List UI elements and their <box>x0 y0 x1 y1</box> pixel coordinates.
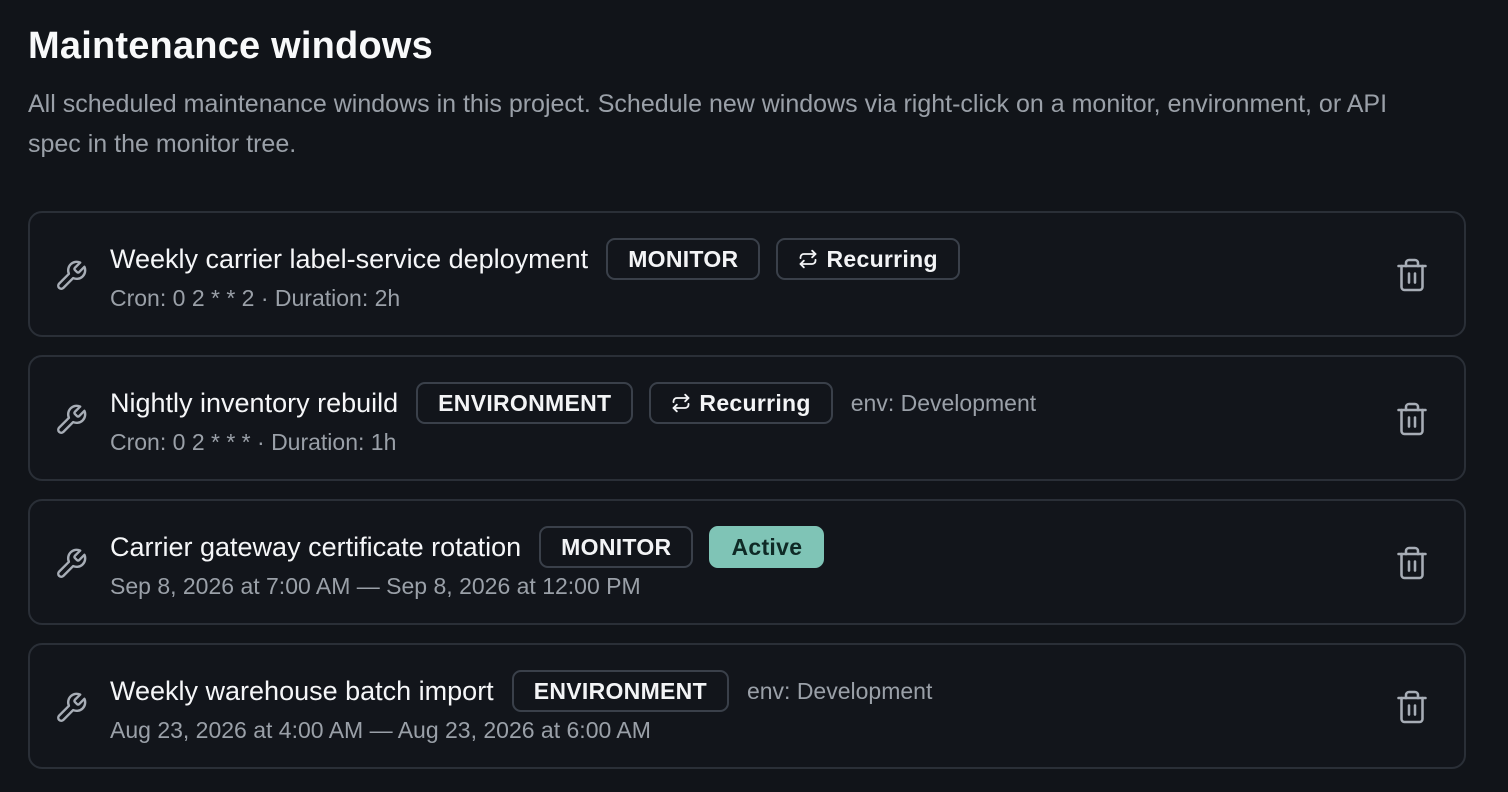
wrench-icon <box>54 547 88 581</box>
card-header: Carrier gateway certificate rotation MON… <box>110 525 1354 569</box>
active-status-badge: Active <box>709 526 825 568</box>
trash-icon <box>1394 689 1430 725</box>
wrench-icon <box>54 259 88 293</box>
schedule-text: Aug 23, 2026 at 4:00 AM — Aug 23, 2026 a… <box>110 717 651 743</box>
maintenance-window-card[interactable]: Weekly carrier label-service deployment … <box>28 211 1466 337</box>
scope-badge: ENVIRONMENT <box>511 670 729 712</box>
recurring-badge: Recurring <box>649 382 833 424</box>
window-title: Nightly inventory rebuild <box>110 387 399 418</box>
maintenance-window-card[interactable]: Weekly warehouse batch import ENVIRONMEN… <box>28 643 1466 769</box>
repeat-icon <box>798 249 818 269</box>
recurring-badge-label: Recurring <box>699 389 811 416</box>
schedule-text: Cron: 0 2 * * * · Duration: 1h <box>110 429 397 455</box>
scope-badge: MONITOR <box>539 526 694 568</box>
page-description: All scheduled maintenance windows in thi… <box>28 90 1388 158</box>
card-body: Nightly inventory rebuild ENVIRONMENT Re… <box>110 381 1354 456</box>
scope-badge: ENVIRONMENT <box>416 382 634 424</box>
schedule-text: Cron: 0 2 * * 2 · Duration: 2h <box>110 285 401 311</box>
schedule-text: Sep 8, 2026 at 7:00 AM — Sep 8, 2026 at … <box>110 573 641 599</box>
repeat-icon <box>671 393 691 413</box>
environment-label: env: Development <box>850 389 1037 416</box>
card-header: Weekly warehouse batch import ENVIRONMEN… <box>110 669 1354 713</box>
maintenance-window-card[interactable]: Nightly inventory rebuild ENVIRONMENT Re… <box>28 355 1466 481</box>
wrench-icon <box>54 691 88 725</box>
delete-window-button[interactable] <box>1394 545 1430 581</box>
trash-icon <box>1394 257 1430 293</box>
delete-window-button[interactable] <box>1394 689 1430 725</box>
delete-window-button[interactable] <box>1394 401 1430 437</box>
card-body: Weekly warehouse batch import ENVIRONMEN… <box>110 669 1354 744</box>
maintenance-window-card[interactable]: Carrier gateway certificate rotation MON… <box>28 499 1466 625</box>
window-title: Weekly warehouse batch import <box>110 675 494 706</box>
card-body: Carrier gateway certificate rotation MON… <box>110 525 1354 600</box>
page-title: Maintenance windows <box>28 25 433 67</box>
wrench-icon <box>54 403 88 437</box>
trash-icon <box>1394 545 1430 581</box>
delete-window-button[interactable] <box>1394 257 1430 293</box>
scope-badge: MONITOR <box>606 238 761 280</box>
recurring-badge: Recurring <box>776 238 960 280</box>
maintenance-windows-page: Maintenance windows All scheduled mainte… <box>0 0 1508 792</box>
maintenance-window-list: Weekly carrier label-service deployment … <box>28 211 1466 787</box>
card-header: Weekly carrier label-service deployment … <box>110 237 1354 281</box>
trash-icon <box>1394 401 1430 437</box>
recurring-badge-label: Recurring <box>826 245 938 272</box>
window-title: Carrier gateway certificate rotation <box>110 531 522 562</box>
card-body: Weekly carrier label-service deployment … <box>110 237 1354 312</box>
window-title: Weekly carrier label-service deployment <box>110 243 589 274</box>
card-header: Nightly inventory rebuild ENVIRONMENT Re… <box>110 381 1354 425</box>
environment-label: env: Development <box>746 677 933 704</box>
